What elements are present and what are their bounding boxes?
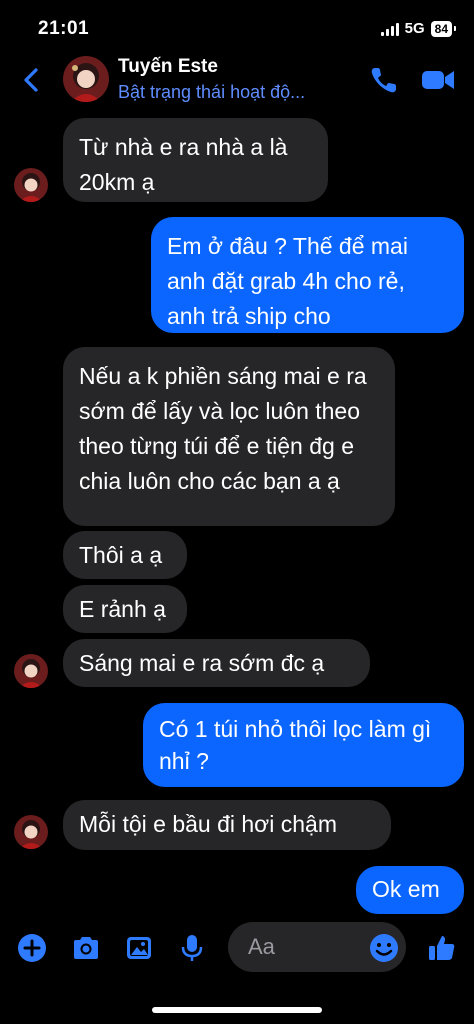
message-bubble-outgoing[interactable]: Ok em bbox=[356, 866, 464, 914]
back-chevron-icon[interactable] bbox=[18, 66, 46, 94]
thumbs-up-icon[interactable] bbox=[426, 932, 458, 964]
contact-name[interactable]: Tuyến Este bbox=[118, 56, 218, 78]
status-indicators: 5G 84 bbox=[380, 20, 457, 37]
phone-icon[interactable] bbox=[368, 64, 400, 96]
message-bubble-incoming[interactable]: Từ nhà e ra nhà a là 20km ạ bbox=[63, 118, 328, 202]
battery-icon: 84 bbox=[430, 20, 457, 37]
home-indicator[interactable] bbox=[152, 1007, 322, 1013]
video-camera-icon[interactable] bbox=[420, 64, 456, 96]
status-bar: 21:01 5G 84 bbox=[0, 0, 474, 50]
emoji-icon[interactable] bbox=[368, 932, 400, 964]
camera-icon[interactable] bbox=[70, 932, 102, 964]
signal-icon bbox=[380, 22, 399, 36]
microphone-icon[interactable] bbox=[176, 932, 208, 964]
image-icon[interactable] bbox=[123, 932, 155, 964]
network-type: 5G bbox=[404, 20, 425, 37]
message-bubble-incoming[interactable]: Thôi a ạ bbox=[63, 531, 187, 579]
message-text: Nếu a k phiền sáng mai e ra sớm để lấy v… bbox=[79, 363, 367, 494]
sender-avatar[interactable] bbox=[14, 654, 48, 688]
message-text: Mỗi tội e bầu đi hơi chậm bbox=[79, 811, 337, 837]
plus-icon[interactable] bbox=[16, 932, 48, 964]
message-bubble-outgoing[interactable]: Có 1 túi nhỏ thôi lọc làm gì nhỉ ? bbox=[143, 703, 464, 787]
active-status-link[interactable]: Bật trạng thái hoạt độ... bbox=[118, 82, 305, 103]
message-text: Thôi a ạ bbox=[79, 542, 163, 568]
clock: 21:01 bbox=[38, 18, 90, 39]
message-text: E rảnh ạ bbox=[79, 596, 166, 622]
message-bubble-incoming[interactable]: Sáng mai e ra sớm đc ạ bbox=[63, 639, 370, 687]
message-text: Có 1 túi nhỏ thôi lọc làm gì nhỉ ? bbox=[159, 716, 432, 774]
message-bubble-incoming[interactable]: Nếu a k phiền sáng mai e ra sớm để lấy v… bbox=[63, 347, 395, 526]
conversation-header: Tuyến Este Bật trạng thái hoạt độ... bbox=[0, 50, 474, 110]
sender-avatar[interactable] bbox=[14, 168, 48, 202]
message-text: Từ nhà e ra nhà a là 20km ạ bbox=[79, 134, 288, 195]
message-text: Em ở đâu ? Thế để mai anh đặt grab 4h ch… bbox=[167, 233, 408, 329]
message-text: Sáng mai e ra sớm đc ạ bbox=[79, 650, 325, 676]
message-composer bbox=[0, 918, 474, 978]
message-bubble-incoming[interactable]: Mỗi tội e bầu đi hơi chậm bbox=[63, 800, 391, 850]
sender-avatar[interactable] bbox=[14, 815, 48, 849]
message-bubble-incoming[interactable]: E rảnh ạ bbox=[63, 585, 187, 633]
message-bubble-outgoing[interactable]: Em ở đâu ? Thế để mai anh đặt grab 4h ch… bbox=[151, 217, 464, 333]
contact-avatar[interactable] bbox=[63, 56, 109, 102]
message-text: Ok em bbox=[372, 876, 440, 902]
